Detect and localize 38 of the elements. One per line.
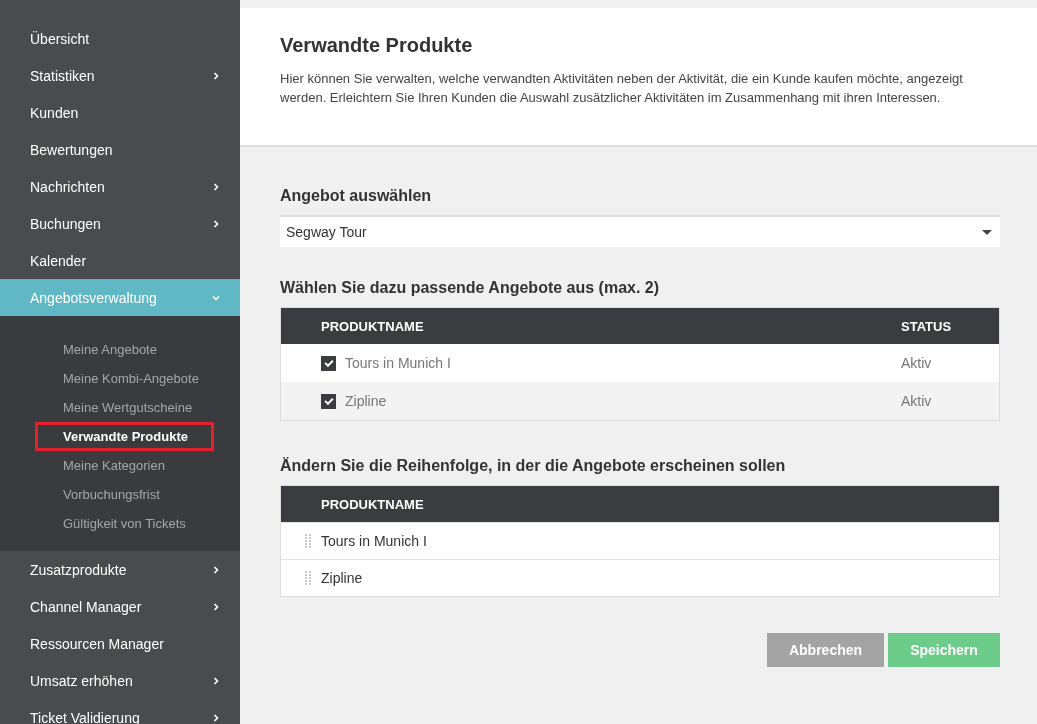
drag-handle-icon[interactable]	[305, 571, 311, 585]
submenu-item[interactable]: Verwandte Produkte	[35, 422, 214, 451]
sidebar-item[interactable]: Nachrichten	[0, 168, 240, 205]
sidebar-item[interactable]: Umsatz erhöhen	[0, 662, 240, 699]
checkbox[interactable]	[321, 393, 336, 409]
table-cell-text: Aktiv	[901, 393, 933, 409]
table-cell: Tours in Munich I	[345, 355, 451, 371]
table-cell-text: Aktiv	[901, 355, 933, 371]
drag-handle-icon[interactable]	[305, 534, 311, 548]
sidebar-item[interactable]: Statistiken	[0, 57, 240, 94]
page-description: Hier können Sie verwalten, welche verwandten Aktivitäten neben der Aktivität, die ein Kunde kaufen möchte, angezeigt werden. Erleichtern Sie Ihren Kunden die Auswahl zusätzlicher Aktivitäten im Zusammenhang mit ihren Interessen.	[280, 70, 964, 107]
sidebar-item[interactable]: Zusatzprodukte	[0, 551, 240, 588]
table-cell: Zipline	[345, 393, 387, 409]
checkbox[interactable]	[321, 355, 336, 371]
submenu-item[interactable]: Meine Angebote	[35, 335, 214, 364]
sidebar-item[interactable]: Channel Manager	[0, 588, 240, 625]
caret-icon	[982, 229, 992, 235]
table-cell: Tours in Munich I	[321, 533, 427, 549]
submenu-item[interactable]: Meine Kombi-Angebote	[35, 364, 214, 393]
sidebar-item[interactable]: Buchungen	[0, 205, 240, 242]
table-cell: Zipline	[321, 570, 363, 586]
submenu-item[interactable]: Gültigkeit von Tickets	[35, 509, 214, 538]
submenu-item[interactable]: Meine Wertgutscheine	[35, 393, 214, 422]
column-header: PRODUKTNAME	[321, 318, 425, 334]
column-header: STATUS	[901, 318, 953, 334]
submenu-item[interactable]: Meine Kategorien	[35, 451, 214, 480]
offer-dropdown[interactable]: Segway Tour	[280, 215, 1000, 247]
sidebar-item[interactable]: Kunden	[0, 94, 240, 131]
sidebar-item[interactable]: Kalender	[0, 242, 240, 279]
sidebar-item[interactable]: Übersicht	[0, 20, 240, 57]
column-header: PRODUKTNAME	[321, 496, 424, 512]
page-title: Verwandte Produkte	[280, 34, 474, 57]
submenu-item[interactable]: Vorbuchungsfrist	[35, 480, 214, 509]
sidebar-item[interactable]: Ressourcen Manager	[0, 625, 240, 662]
section-title: Angebot auswählen	[280, 187, 433, 205]
sidebar-item[interactable]: Bewertungen	[0, 131, 240, 168]
section-title: Wählen Sie dazu passende Angebote aus (max. 2)	[280, 279, 661, 297]
section-title: Ändern Sie die Reihenfolge, in der die Angebote erscheinen sollen	[280, 457, 787, 475]
